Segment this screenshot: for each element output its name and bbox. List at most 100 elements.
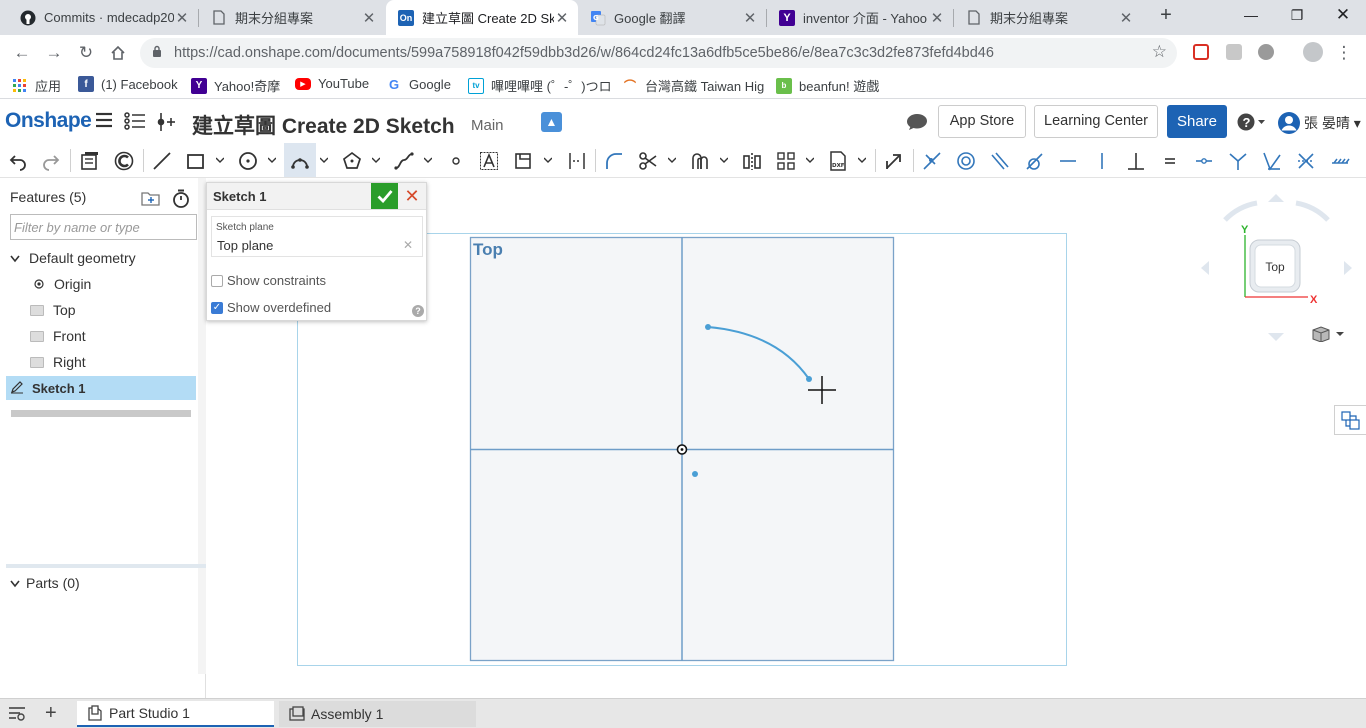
browser-tab-project[interactable]: 期末分組專案 ✕ bbox=[199, 0, 385, 35]
polygon-tool-icon[interactable] bbox=[341, 150, 363, 172]
chevron-down-icon[interactable] bbox=[544, 156, 552, 164]
symmetric-constraint-icon[interactable] bbox=[1295, 150, 1317, 172]
onshape-logo[interactable]: Onshape bbox=[5, 109, 92, 133]
app-store-button[interactable]: App Store bbox=[938, 105, 1026, 138]
minimize-icon[interactable]: — bbox=[1228, 0, 1274, 30]
tab-manager-icon[interactable] bbox=[8, 705, 26, 724]
dimension-tool-icon[interactable] bbox=[566, 150, 588, 172]
normal-constraint-icon[interactable] bbox=[1227, 150, 1249, 172]
reload-icon[interactable]: ↻ bbox=[72, 39, 100, 67]
chevron-down-icon[interactable] bbox=[372, 156, 380, 164]
fillet-tool-icon[interactable] bbox=[603, 150, 625, 172]
chevron-down-icon[interactable] bbox=[268, 156, 276, 164]
sketch-name[interactable]: Sketch 1 bbox=[213, 189, 266, 204]
view-right-arrow[interactable] bbox=[1344, 261, 1352, 275]
add-tab-button[interactable]: + bbox=[45, 702, 57, 725]
learning-center-button[interactable]: Learning Center bbox=[1034, 105, 1158, 138]
branch-name[interactable]: Main bbox=[471, 117, 504, 134]
tree-item-front[interactable]: Front bbox=[0, 324, 196, 348]
chevron-down-icon[interactable] bbox=[320, 156, 328, 164]
profile-avatar-icon[interactable] bbox=[1303, 42, 1323, 62]
document-title[interactable]: 建立草圖 Create 2D Sketch bbox=[192, 110, 455, 140]
home-icon[interactable] bbox=[104, 39, 132, 67]
browser-tab-translate[interactable]: G Google 翻譯 ✕ bbox=[578, 0, 766, 35]
chevron-down-icon[interactable] bbox=[10, 250, 20, 266]
coincident-constraint-icon[interactable] bbox=[921, 150, 943, 172]
comments-icon[interactable] bbox=[906, 113, 928, 136]
chevron-down-icon[interactable] bbox=[858, 156, 866, 164]
insert-icon[interactable] bbox=[156, 112, 176, 137]
configurations-icon[interactable] bbox=[79, 150, 101, 172]
chevron-down-icon[interactable] bbox=[216, 156, 224, 164]
fix-constraint-icon[interactable] bbox=[1329, 150, 1351, 172]
mirror-tool-icon[interactable] bbox=[741, 150, 763, 172]
view-left-arrow[interactable] bbox=[1201, 261, 1209, 275]
close-icon[interactable]: ✕ bbox=[174, 9, 190, 27]
browser-menu-icon[interactable]: ⋮ bbox=[1330, 39, 1358, 67]
close-icon[interactable]: ✕ bbox=[1118, 9, 1134, 27]
tree-item-sketch-1[interactable]: Sketch 1 bbox=[6, 376, 196, 400]
extension-icon[interactable] bbox=[1226, 44, 1242, 60]
panel-resize-handle[interactable] bbox=[198, 178, 206, 674]
chevron-down-icon[interactable] bbox=[806, 156, 814, 164]
vertical-constraint-icon[interactable] bbox=[1091, 150, 1113, 172]
bookmark-google[interactable]: G Google bbox=[386, 76, 451, 92]
sketch-point[interactable] bbox=[692, 471, 698, 477]
extension-icon[interactable] bbox=[1193, 44, 1209, 60]
variable-icon[interactable] bbox=[113, 150, 135, 172]
add-folder-icon[interactable] bbox=[141, 190, 161, 209]
rectangle-tool-icon[interactable] bbox=[185, 150, 207, 172]
window-close-icon[interactable]: ✕ bbox=[1320, 0, 1366, 30]
perpendicular-constraint-icon[interactable] bbox=[1125, 150, 1147, 172]
redo-icon[interactable] bbox=[40, 150, 62, 172]
chevron-down-icon[interactable] bbox=[720, 156, 728, 164]
new-tab-button[interactable]: + bbox=[1154, 4, 1178, 30]
text-tool-icon[interactable] bbox=[478, 150, 500, 172]
circle-tool-icon[interactable] bbox=[237, 150, 259, 172]
bookmark-star-icon[interactable]: ☆ bbox=[1152, 42, 1167, 62]
feature-list-icon[interactable] bbox=[124, 112, 146, 135]
sketch-plane-field[interactable]: Sketch plane Top plane ✕ bbox=[211, 216, 423, 257]
spline-tool-icon[interactable] bbox=[393, 150, 415, 172]
tab-assembly-1[interactable]: Assembly 1 bbox=[279, 701, 476, 727]
user-avatar-icon[interactable] bbox=[1277, 111, 1301, 140]
panel-divider[interactable] bbox=[6, 564, 206, 568]
pierce-constraint-icon[interactable] bbox=[1261, 150, 1283, 172]
chevron-down-icon[interactable] bbox=[424, 156, 432, 164]
point-tool-icon[interactable] bbox=[445, 150, 467, 172]
tangent-constraint-icon[interactable] bbox=[1023, 150, 1045, 172]
view-up-arrow[interactable] bbox=[1268, 194, 1284, 202]
arc-start-point[interactable] bbox=[705, 324, 711, 330]
filter-input[interactable]: Filter by name or type bbox=[10, 214, 197, 240]
bookmark-yahoo[interactable]: Y Yahoo!奇摩 bbox=[191, 76, 280, 95]
menu-icon[interactable] bbox=[95, 112, 113, 133]
extension-icon[interactable] bbox=[1258, 44, 1274, 60]
browser-tab-yahoo[interactable]: Y inventor 介面 - Yahoo ✕ bbox=[767, 0, 953, 35]
browser-tab-project-2[interactable]: 期末分組專案 ✕ bbox=[954, 0, 1142, 35]
help-icon[interactable]: ? bbox=[1237, 113, 1265, 136]
horizontal-constraint-icon[interactable] bbox=[1057, 150, 1079, 172]
show-overdefined-checkbox[interactable]: ✓ Show overdefined bbox=[211, 300, 331, 315]
cancel-button[interactable]: ✕ bbox=[402, 185, 422, 207]
horizontal-scrollbar[interactable] bbox=[11, 410, 191, 417]
dxf-import-icon[interactable]: DXF bbox=[827, 150, 849, 172]
bookmark-facebook[interactable]: f (1) Facebook bbox=[78, 76, 178, 92]
construction-tool-icon[interactable] bbox=[513, 150, 535, 172]
concentric-constraint-icon[interactable] bbox=[955, 150, 977, 172]
offset-tool-icon[interactable] bbox=[689, 150, 711, 172]
tree-item-top[interactable]: Top bbox=[0, 298, 196, 322]
browser-tab-onshape[interactable]: On 建立草圖 Create 2D Sk ✕ bbox=[386, 0, 578, 35]
close-icon[interactable]: ✕ bbox=[361, 9, 377, 27]
user-name[interactable]: 張 晏晴 ▾ bbox=[1304, 113, 1361, 133]
parts-list-header[interactable]: Parts (0) bbox=[10, 575, 80, 591]
rotate-left-arrow[interactable] bbox=[1223, 200, 1258, 222]
tree-item-right[interactable]: Right bbox=[0, 350, 196, 374]
forward-icon[interactable]: → bbox=[40, 39, 68, 67]
equal-constraint-icon[interactable] bbox=[1159, 150, 1181, 172]
clear-icon[interactable]: ✕ bbox=[403, 238, 413, 252]
view-down-arrow[interactable] bbox=[1268, 333, 1284, 341]
checkbox-box[interactable] bbox=[211, 274, 223, 287]
bookmark-apps[interactable]: 应用 bbox=[12, 76, 61, 95]
show-constraints-checkbox[interactable]: Show constraints bbox=[211, 273, 326, 288]
arc-end-point[interactable] bbox=[806, 376, 812, 382]
